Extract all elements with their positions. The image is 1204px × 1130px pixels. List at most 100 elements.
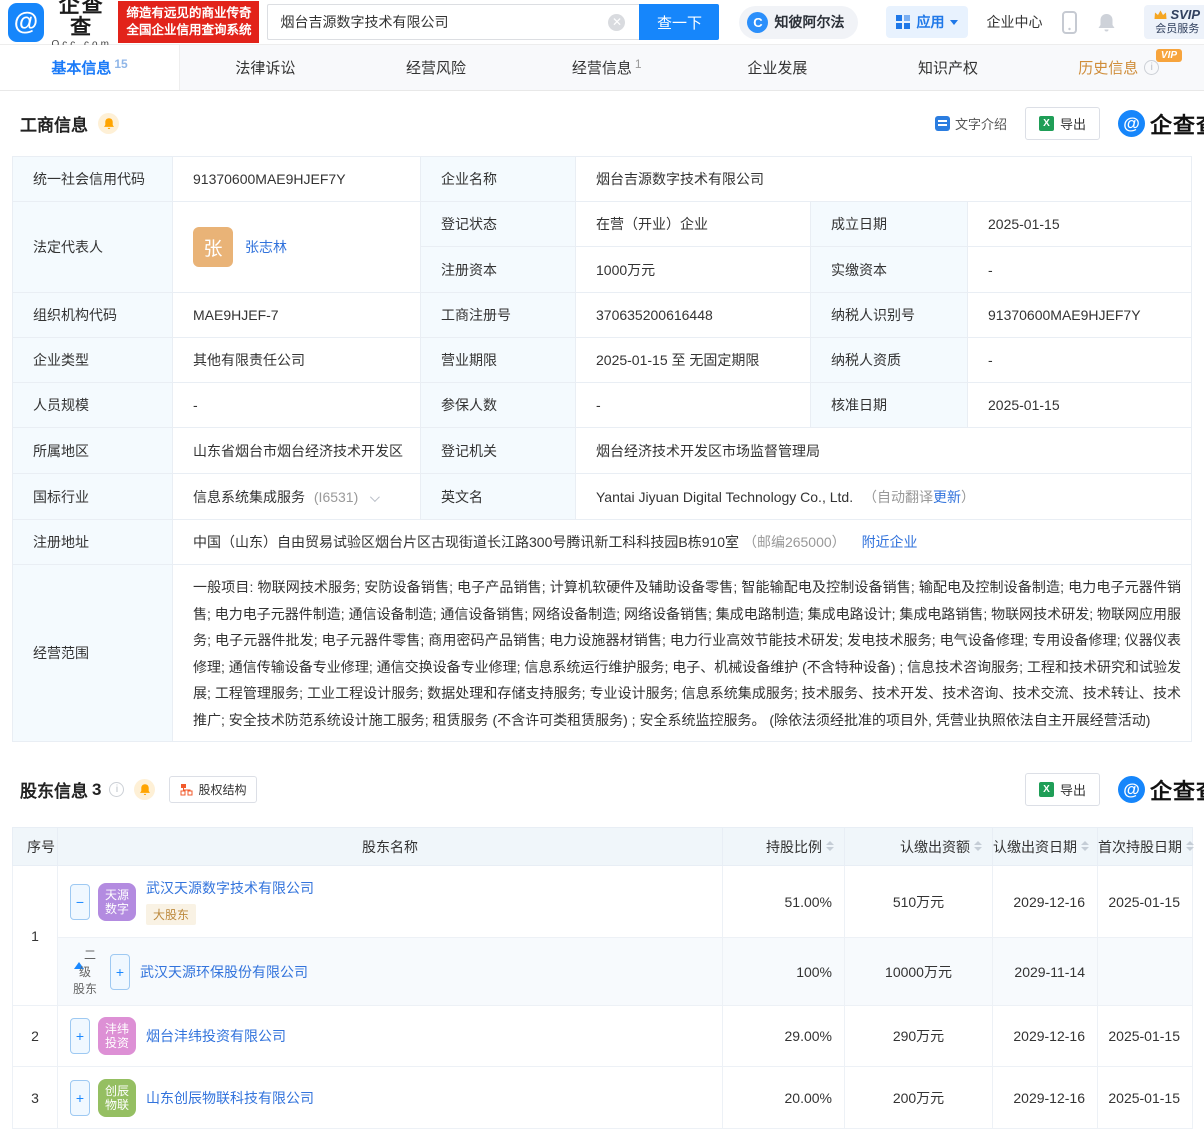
sort-icon[interactable]	[974, 841, 982, 851]
share-ratio: 51.00%	[723, 866, 845, 938]
text-intro-icon	[935, 116, 950, 131]
field-value: 在营（开业）企业	[576, 202, 811, 247]
shareholder-link[interactable]: 烟台沣纬投资有限公司	[146, 1028, 286, 1044]
field-label: 经营范围	[13, 565, 173, 742]
search-button[interactable]: 查一下	[639, 4, 719, 40]
field-value: 2025-01-15	[968, 202, 1192, 247]
subscribe-bell-icon[interactable]	[98, 113, 119, 134]
tab-count: 1	[635, 57, 642, 71]
field-label: 纳税人资质	[811, 338, 968, 383]
shareholder-avatar: 沣纬投资	[98, 1017, 136, 1055]
shareholder-name-cell: + 沣纬投资 烟台沣纬投资有限公司	[58, 1006, 723, 1067]
shareholder-link[interactable]: 武汉天源数字技术有限公司	[146, 880, 314, 896]
export-label: 导出	[1060, 114, 1086, 133]
tab-basic-info[interactable]: 基本信息15	[0, 45, 180, 90]
expand-button[interactable]: +	[70, 1080, 90, 1116]
shareholder-row: 3 + 创辰物联 山东创辰物联科技有限公司 20.00% 200万元 2029-…	[13, 1067, 1193, 1129]
enterprise-center-link[interactable]: 企业中心	[986, 12, 1042, 32]
top-header: @ 企查查 Qcc.com 缔造有远见的商业传奇 全国企业信用查询系统 ✕ 查一…	[0, 0, 1204, 45]
field-value: -	[968, 247, 1192, 293]
search-input[interactable]	[267, 4, 639, 40]
shareholder-name-cell: + 创辰物联 山东创辰物联科技有限公司	[58, 1067, 723, 1129]
tab-operation-info[interactable]: 经营信息1	[521, 45, 692, 90]
tab-operation-risk[interactable]: 经营风险	[351, 45, 522, 90]
translate-note: （自动翻译	[863, 489, 933, 505]
zhibi-alpha-button[interactable]: C 知彼阿尔法	[739, 6, 858, 39]
tab-label: 知识产权	[918, 57, 978, 78]
field-value: 烟台经济技术开发区市场监督管理局	[576, 428, 1192, 474]
nearby-companies-link[interactable]: 附近企业	[862, 534, 918, 550]
vip-badge: VIP	[1156, 49, 1182, 62]
field-label: 参保人数	[421, 383, 576, 428]
qcc-watermark-logo: @ 企查查	[1118, 774, 1204, 806]
collapse-button[interactable]: −	[70, 884, 90, 920]
col-share-ratio[interactable]: 持股比例	[723, 828, 845, 866]
qcc-home-link[interactable]: @ 企查查 Qcc.com	[8, 0, 113, 50]
secondary-shareholder-row: 二级股东 + 武汉天源环保股份有限公司 100% 10000万元 2029-11…	[13, 938, 1193, 1006]
col-subscribed-date[interactable]: 认缴出资日期	[993, 828, 1098, 866]
svip-member-badge[interactable]: SVIP 会员服务	[1144, 5, 1204, 39]
crown-icon	[1154, 10, 1167, 20]
expand-button[interactable]: +	[70, 1018, 90, 1054]
field-value: -	[968, 338, 1192, 383]
col-first-hold-date[interactable]: 首次持股日期	[1098, 828, 1193, 866]
text-intro-button[interactable]: 文字介绍	[935, 114, 1007, 133]
shareholder-link[interactable]: 武汉天源环保股份有限公司	[140, 962, 308, 982]
export-button[interactable]: X 导出	[1025, 107, 1100, 140]
notifications-bell-icon[interactable]	[1097, 12, 1116, 33]
zhibi-alpha-label: 知彼阿尔法	[774, 12, 844, 32]
field-label: 组织机构代码	[13, 293, 173, 338]
section-title: 股东信息	[20, 777, 88, 802]
export-button[interactable]: X 导出	[1025, 773, 1100, 806]
subscribed-amount: 290万元	[845, 1006, 993, 1067]
qcc-logo-icon: @	[1118, 776, 1145, 803]
tab-legal-lawsuits[interactable]: 法律诉讼	[180, 45, 351, 90]
field-label: 英文名	[421, 474, 576, 520]
shareholder-name-cell: − 天源数字 武汉天源数字技术有限公司 大股东	[58, 866, 723, 938]
page: @ 企查查 Qcc.com 缔造有远见的商业传奇 全国企业信用查询系统 ✕ 查一…	[0, 0, 1204, 1130]
legal-rep-cell: 张 张志林	[173, 202, 421, 293]
sort-icon[interactable]	[1081, 841, 1089, 851]
apps-label: 应用	[916, 12, 944, 32]
sort-icon[interactable]	[1186, 841, 1194, 851]
subscribed-date: 2029-11-14	[993, 938, 1098, 1006]
clear-search-icon[interactable]: ✕	[608, 14, 625, 31]
slogan-line-2: 全国企业信用查询系统	[126, 22, 251, 39]
field-value: -	[576, 383, 811, 428]
text-intro-label: 文字介绍	[955, 114, 1007, 133]
chevron-down-icon[interactable]	[370, 492, 380, 502]
row-seq: 3	[13, 1067, 58, 1129]
row-seq: 2	[13, 1006, 58, 1067]
slogan-banner: 缔造有远见的商业传奇 全国企业信用查询系统	[118, 1, 259, 43]
apps-menu-button[interactable]: 应用	[886, 6, 968, 38]
business-info-section: 工商信息 文字介绍 X 导出 @ 企查查 统一	[0, 91, 1204, 742]
field-value: 山东省烟台市烟台经济技术开发区	[173, 428, 421, 474]
tab-history-info[interactable]: VIP 历史信息 i	[1033, 45, 1204, 90]
share-ratio: 29.00%	[723, 1006, 845, 1067]
shareholder-row: 1 − 天源数字 武汉天源数字技术有限公司 大股东 51.00% 510万元	[13, 866, 1193, 938]
chevron-down-icon	[950, 20, 958, 25]
shareholder-link[interactable]: 山东创辰物联科技有限公司	[146, 1090, 314, 1106]
field-value: 91370600MAE9HJEF7Y	[968, 293, 1192, 338]
field-label: 营业期限	[421, 338, 576, 383]
translate-refresh-link[interactable]: 更新	[933, 489, 961, 505]
sort-icon[interactable]	[826, 841, 834, 851]
business-scope-text: 一般项目: 物联网技术服务; 安防设备销售; 电子产品销售; 计算机软硬件及辅助…	[193, 574, 1181, 732]
subscribed-date: 2029-12-16	[993, 866, 1098, 938]
tab-label: 经营风险	[406, 57, 466, 78]
field-label: 企业类型	[13, 338, 173, 383]
tab-intellectual-property[interactable]: 知识产权	[863, 45, 1034, 90]
translate-note-close: ）	[961, 489, 975, 505]
expand-button[interactable]: +	[110, 954, 130, 990]
subscribe-bell-icon[interactable]	[134, 779, 155, 800]
tab-label: 法律诉讼	[235, 57, 295, 78]
equity-structure-button[interactable]: 股权结构	[169, 776, 257, 803]
field-value: 1000万元	[576, 247, 811, 293]
secondary-level-marker[interactable]: 二级股东	[70, 946, 100, 997]
mobile-app-icon[interactable]	[1062, 11, 1077, 34]
tab-company-development[interactable]: 企业发展	[692, 45, 863, 90]
export-label: 导出	[1060, 780, 1086, 799]
col-subscribed-amount[interactable]: 认缴出资额	[845, 828, 993, 866]
legal-rep-link[interactable]: 张志林	[245, 237, 287, 257]
field-label: 注册资本	[421, 247, 576, 293]
